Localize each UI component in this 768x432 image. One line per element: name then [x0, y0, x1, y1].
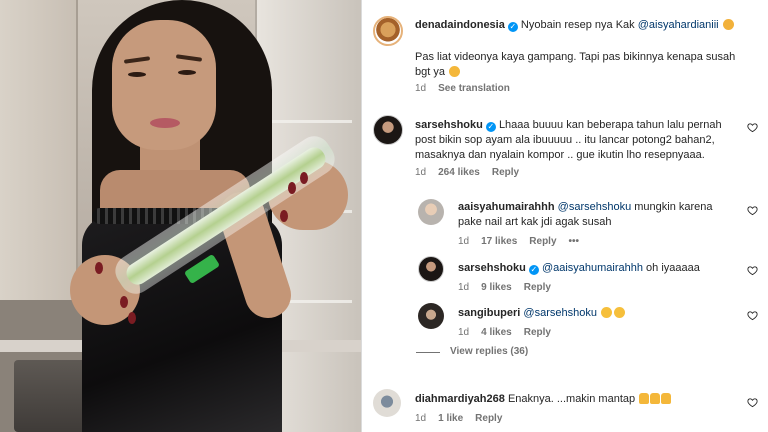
- thumbs-up-emoji-icon: [661, 393, 672, 404]
- heart-outline-icon[interactable]: [747, 265, 758, 276]
- avatar[interactable]: [373, 16, 403, 46]
- likes-count[interactable]: 1 like: [438, 413, 463, 424]
- see-translation-link[interactable]: See translation: [438, 83, 510, 94]
- comment-sangibuperi: sangibuperi @sarsehshoku: [458, 306, 748, 321]
- comment-text-segment: bgt ya: [415, 66, 445, 78]
- heart-outline-icon[interactable]: [747, 205, 758, 216]
- verified-badge-icon: ✓: [485, 122, 496, 132]
- comment-meta: 1d 1 like Reply: [415, 413, 514, 424]
- nail: [128, 312, 136, 324]
- avatar[interactable]: [418, 303, 444, 329]
- mention-link[interactable]: @sarsehshoku: [558, 201, 632, 213]
- likes-count[interactable]: 9 likes: [481, 282, 512, 293]
- heart-outline-icon[interactable]: [747, 310, 758, 321]
- nail: [288, 182, 296, 194]
- username[interactable]: aaisyahumairahhh: [458, 201, 555, 213]
- lips: [150, 118, 180, 128]
- reply-button[interactable]: Reply: [475, 413, 502, 424]
- reply-button[interactable]: Reply: [492, 167, 519, 178]
- reply-button[interactable]: Reply: [524, 327, 551, 338]
- reply-button[interactable]: Reply: [524, 282, 551, 293]
- username[interactable]: sarsehshoku: [415, 119, 483, 131]
- thumbs-up-emoji-icon: [650, 393, 661, 404]
- nail: [300, 172, 308, 184]
- timestamp: 1d: [415, 413, 427, 424]
- thumbs-up-emoji-icon: [639, 393, 650, 404]
- heart-outline-icon[interactable]: [747, 122, 758, 133]
- comment-meta: 1d 9 likes Reply: [458, 282, 563, 293]
- more-options-button[interactable]: •••: [569, 236, 580, 247]
- view-replies-line: [416, 352, 440, 353]
- verified-badge-icon: ✓: [528, 265, 539, 275]
- avatar[interactable]: [373, 115, 403, 145]
- eye: [128, 72, 146, 77]
- comment-diahmardiyah268: diahmardiyah268 Enaknya. ...makin mantap: [415, 392, 745, 407]
- mention-link[interactable]: @aaisyahumairahhh: [542, 262, 643, 274]
- verified-badge-icon: ✓: [507, 22, 518, 32]
- kitchen-cabinet: [0, 0, 78, 300]
- reply-button[interactable]: Reply: [529, 236, 556, 247]
- nail: [280, 210, 288, 222]
- view-replies-button[interactable]: View replies (36): [450, 346, 528, 357]
- comment-sarsehshoku-reply: sarsehshoku ✓ @aaisyahumairahhh oh iyaaaa…: [458, 261, 748, 276]
- comment-text: Lhaaa buuuu kan beberapa tahun lalu pern…: [498, 119, 722, 131]
- comment-meta: 1d 264 likes Reply: [415, 167, 531, 178]
- comment-text: Enaknya. ...makin mantap: [507, 393, 636, 405]
- heart-outline-icon[interactable]: [747, 397, 758, 408]
- timestamp: 1d: [458, 327, 470, 338]
- comment-text: Nyobain resep nya Kak: [520, 19, 638, 31]
- username[interactable]: diahmardiyah268: [415, 393, 505, 405]
- eye: [178, 70, 196, 75]
- smiling-face-emoji-icon: [722, 19, 734, 30]
- comment-text: pake nail art kak jdi agak susah: [458, 216, 612, 228]
- frowning-face-emoji-icon: [449, 66, 461, 77]
- likes-count[interactable]: 17 likes: [481, 236, 517, 247]
- timestamp: 1d: [458, 282, 470, 293]
- comment-text: Pas liat videonya kaya gampang. Tapi pas…: [415, 51, 736, 63]
- username[interactable]: denadaindonesia: [415, 19, 505, 31]
- comment-text-line3: bgt ya: [415, 65, 461, 80]
- nail: [120, 296, 128, 308]
- comment-text: oh iyaaaaa: [643, 262, 700, 274]
- comment-meta: 1d See translation: [415, 83, 522, 94]
- nail: [95, 262, 103, 274]
- username[interactable]: sangibuperi: [458, 307, 520, 319]
- face: [112, 20, 216, 150]
- likes-count[interactable]: 4 likes: [481, 327, 512, 338]
- timestamp: 1d: [415, 167, 427, 178]
- timestamp: 1d: [415, 83, 427, 94]
- laughing-face-emoji-icon: [601, 307, 613, 318]
- comment-meta: 1d 17 likes Reply •••: [458, 236, 591, 247]
- comment-denadaindonesia: denadaindonesia ✓ Nyobain resep nya Kak @…: [415, 18, 760, 33]
- comment-text: masaknya dan nyalain kompor .. gue ikuti…: [415, 149, 705, 161]
- fridge-shelf: [262, 120, 352, 123]
- mention-link[interactable]: @aisyahardianiii: [638, 19, 719, 31]
- username[interactable]: sarsehshoku: [458, 262, 526, 274]
- comment-text: post bikin sop ayam ala ibuuuuu .. itu l…: [415, 134, 715, 146]
- comment-meta: 1d 4 likes Reply: [458, 327, 563, 338]
- avatar[interactable]: [418, 256, 444, 282]
- likes-count[interactable]: 264 likes: [438, 167, 480, 178]
- comment-sarsehshoku: sarsehshoku ✓ Lhaaa buuuu kan beberapa ta…: [415, 118, 745, 133]
- post-photo[interactable]: [0, 0, 361, 432]
- comment-text: mungkin karena: [631, 201, 713, 213]
- laughing-face-emoji-icon: [614, 307, 626, 318]
- mention-link[interactable]: @sarsehshoku: [523, 307, 597, 319]
- comment-aaisyahumairahhh: aaisyahumairahhh @sarsehshoku mungkin ka…: [458, 200, 748, 215]
- timestamp: 1d: [458, 236, 470, 247]
- avatar[interactable]: [418, 199, 444, 225]
- avatar[interactable]: [373, 389, 401, 417]
